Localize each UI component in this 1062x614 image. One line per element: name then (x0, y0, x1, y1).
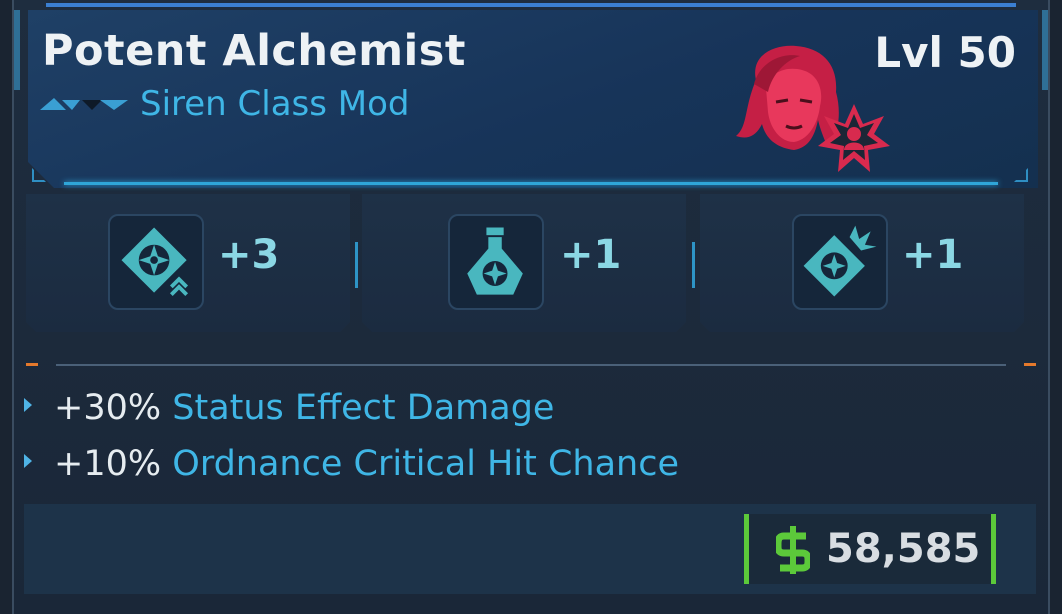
bullet-arrow-icon (24, 454, 32, 468)
flask-skill-icon (448, 214, 544, 310)
stat-line: +10% Ordnance Critical Hit Chance (24, 444, 679, 484)
stat-name: Status Effect Damage (172, 388, 555, 428)
stat-line: +30% Status Effect Damage (24, 388, 554, 428)
vortex-skill-icon (108, 214, 204, 310)
skill-slot-3[interactable]: +1 (700, 194, 1024, 332)
bullet-arrow-icon (24, 398, 32, 412)
side-accent (14, 10, 20, 90)
skill-separator (355, 242, 358, 288)
item-type: Siren Class Mod (140, 84, 410, 124)
price-value: 58,585 (826, 526, 981, 572)
divider-marker (1024, 363, 1036, 366)
skill-value: +1 (560, 232, 622, 278)
stats-divider (56, 364, 1006, 366)
skill-value: +1 (902, 232, 964, 278)
top-stripe (46, 3, 1016, 7)
skill-value: +3 (218, 232, 280, 278)
header-divider (64, 182, 998, 185)
siren-portrait-icon (736, 45, 890, 172)
stat-name: Ordnance Critical Hit Chance (172, 444, 679, 484)
skill-separator (692, 242, 695, 288)
stat-amount: +30% (54, 388, 162, 428)
burst-skill-icon (792, 214, 888, 310)
side-accent (1042, 10, 1048, 90)
item-name: Potent Alchemist (42, 26, 466, 76)
dollar-icon (776, 526, 810, 574)
skill-slot-1[interactable]: +3 (26, 194, 350, 332)
skill-slot-2[interactable]: +1 (362, 194, 686, 332)
skill-row: +3 +1 +1 (26, 194, 1036, 332)
divider-marker (26, 363, 38, 366)
rarity-icon (40, 98, 128, 110)
stat-amount: +10% (54, 444, 162, 484)
